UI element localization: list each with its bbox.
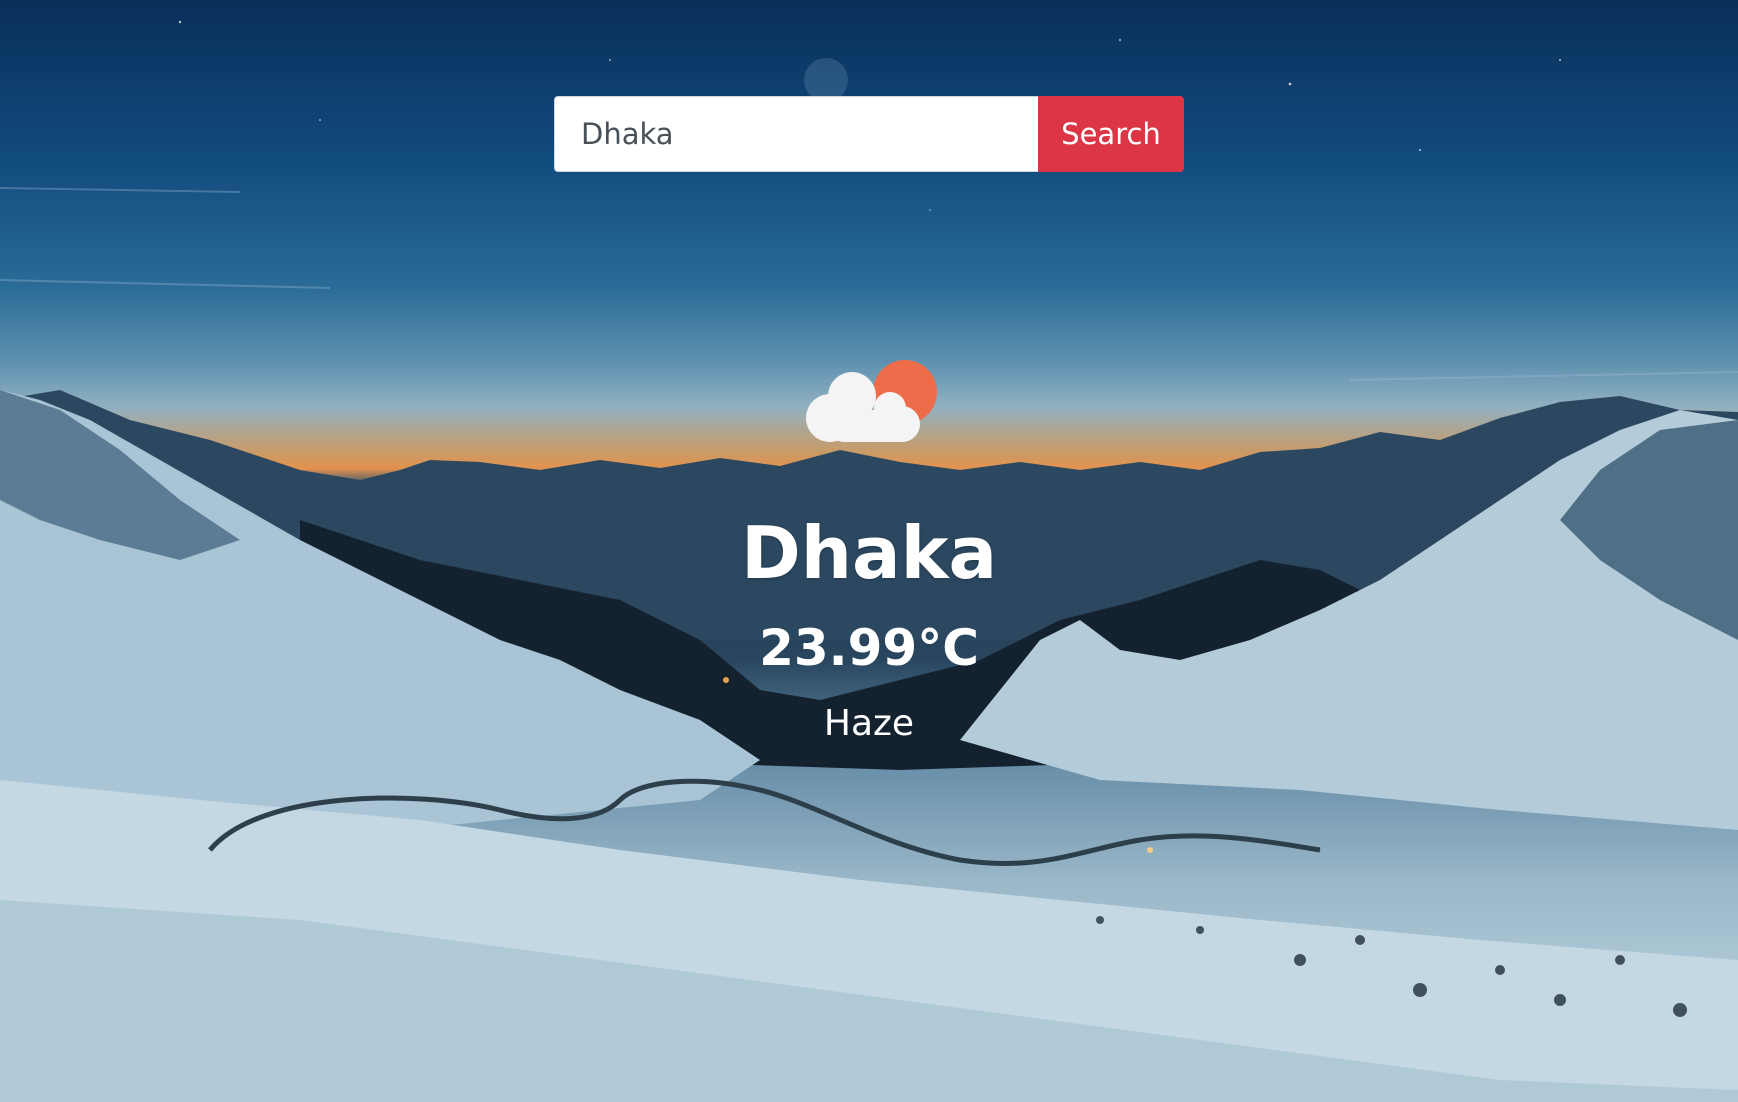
weather-condition: Haze bbox=[823, 703, 915, 744]
search-button[interactable]: Search bbox=[1038, 96, 1184, 172]
weather-app-page: Search Dhaka 23.99°C Haze bbox=[0, 0, 1738, 1102]
city-search-input[interactable] bbox=[554, 96, 1038, 172]
search-bar: Search bbox=[554, 96, 1184, 172]
temperature: 23.99°C bbox=[759, 619, 979, 677]
city-name: Dhaka bbox=[740, 511, 998, 595]
partly-cloudy-icon bbox=[806, 360, 937, 442]
